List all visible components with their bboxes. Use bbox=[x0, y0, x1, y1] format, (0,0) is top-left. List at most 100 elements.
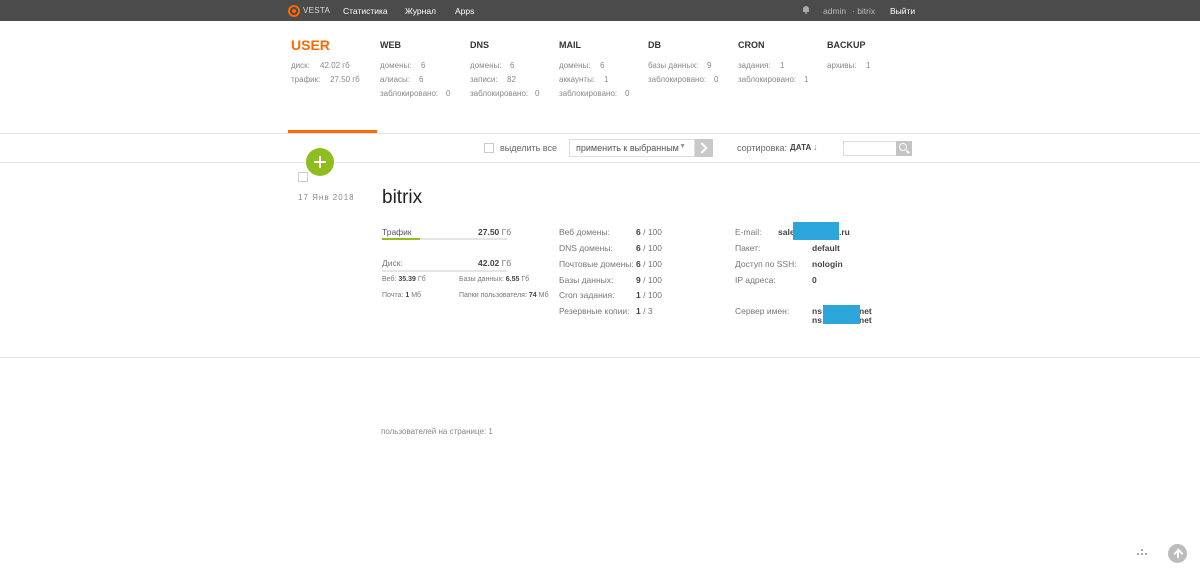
ns2-prefix: ns bbox=[812, 315, 822, 325]
stat-mail-tab[interactable]: MAIL bbox=[559, 37, 581, 50]
bulk-action-select[interactable]: применить к выбранным ▼ bbox=[569, 139, 695, 157]
user-created-date: 17 Янв 2018 bbox=[298, 193, 355, 202]
stat-cron-blocked: заблокировано: 1 bbox=[738, 75, 809, 84]
nav-link-statistics[interactable]: Статистика bbox=[343, 6, 388, 16]
stat-backup-tab[interactable]: BACKUP bbox=[827, 37, 866, 50]
top-nav: VESTA Статистика Журнал Apps admin · bit… bbox=[0, 0, 1200, 21]
stat-web-title: WEB bbox=[380, 40, 401, 50]
nameservers-label: Сервер имен: bbox=[735, 306, 790, 316]
limit-cron-label: Cron задания: bbox=[559, 290, 615, 300]
stat-backup-archives: архивы: 1 bbox=[827, 61, 871, 70]
stat-cron-jobs: задания: 1 bbox=[738, 61, 785, 70]
limit-web-domains-value: 6 / 100 bbox=[636, 227, 663, 237]
users-per-page: пользователей на странице: 1 bbox=[381, 427, 493, 436]
stat-dns-title: DNS bbox=[470, 40, 490, 50]
ip-addresses-value: 0 bbox=[812, 275, 817, 285]
arrow-up-icon bbox=[1174, 549, 1181, 558]
stat-web-tab[interactable]: WEB bbox=[380, 37, 401, 50]
stat-dns-blocked: заблокировано: 0 bbox=[470, 89, 540, 98]
stat-db-databases: базы данных: 9 bbox=[648, 61, 712, 70]
plus-icon bbox=[314, 156, 326, 168]
traffic-bar bbox=[382, 238, 507, 240]
logout-link[interactable]: Выйти bbox=[890, 6, 915, 16]
traffic-label: Трафик bbox=[382, 227, 412, 237]
disk-label: Диск: bbox=[382, 258, 403, 268]
limit-web-domains-label: Веб домены: bbox=[559, 227, 610, 237]
stat-web-blocked: заблокировано: 0 bbox=[380, 89, 451, 98]
user-name[interactable]: bitrix bbox=[382, 187, 422, 209]
select-all-label[interactable]: выделить все bbox=[500, 143, 557, 153]
package-label: Пакет: bbox=[735, 243, 761, 253]
notification-bell-icon[interactable] bbox=[803, 6, 809, 14]
nameserver-redaction bbox=[823, 305, 860, 324]
add-user-button[interactable] bbox=[306, 148, 334, 176]
disk-mail-usage: Почта: 1 Мб bbox=[382, 292, 422, 299]
stat-mail-blocked: заблокировано: 0 bbox=[559, 89, 630, 98]
stat-db-title: DB bbox=[648, 40, 661, 50]
divider bbox=[0, 133, 1200, 134]
ssh-access-value: nologin bbox=[812, 259, 843, 269]
bulk-action-value: применить к выбранным bbox=[576, 143, 679, 153]
stat-user-tab[interactable]: USER bbox=[291, 37, 330, 53]
scroll-to-top-button[interactable] bbox=[1168, 544, 1187, 563]
ns2-suffix: net bbox=[859, 315, 872, 325]
email-redaction bbox=[793, 222, 839, 240]
limit-backups-label: Резервные копии: bbox=[559, 306, 630, 316]
stat-mail-title: MAIL bbox=[559, 40, 581, 50]
chevron-right-icon bbox=[696, 142, 708, 154]
stat-user-title: USER bbox=[291, 37, 330, 53]
search-button[interactable] bbox=[896, 141, 912, 156]
limit-mail-domains-value: 6 / 100 bbox=[636, 259, 663, 269]
dropdown-caret-icon: ▼ bbox=[679, 143, 686, 150]
traffic-value: 27.50 Гб bbox=[478, 227, 512, 237]
stat-db-blocked: заблокировано: 0 bbox=[648, 75, 719, 84]
disk-db-usage: Базы данных: 6.55 Гб bbox=[459, 276, 530, 283]
limit-mail-domains-label: Почтовые домены: bbox=[559, 259, 634, 269]
limit-dns-domains-value: 6 / 100 bbox=[636, 243, 663, 253]
limit-cron-value: 1 / 100 bbox=[636, 290, 663, 300]
limit-dns-domains-label: DNS домены: bbox=[559, 243, 613, 253]
email-suffix: .ru bbox=[839, 227, 850, 237]
limit-databases-value: 9 / 100 bbox=[636, 275, 663, 285]
stat-cron-title: CRON bbox=[738, 40, 765, 50]
ip-addresses-label: IP адреса: bbox=[735, 275, 776, 285]
divider bbox=[0, 162, 1200, 163]
divider bbox=[0, 357, 1200, 358]
stat-dns-tab[interactable]: DNS bbox=[470, 37, 489, 50]
search-input[interactable] bbox=[843, 141, 897, 156]
shortcuts-grid-icon[interactable] bbox=[1137, 549, 1147, 557]
stat-backup-title: BACKUP bbox=[827, 40, 866, 50]
limit-databases-label: Базы данных: bbox=[559, 275, 614, 285]
disk-user-folders-usage: Папки пользователя: 74 Мб bbox=[459, 292, 549, 299]
nav-link-log[interactable]: Журнал bbox=[405, 6, 436, 16]
traffic-bar-fill bbox=[382, 238, 420, 240]
sort-direction-icon[interactable]: ↓ bbox=[813, 142, 818, 152]
select-all-checkbox[interactable] bbox=[484, 143, 494, 153]
email-label: E-mail: bbox=[735, 227, 762, 237]
nav-admin-link[interactable]: admin bbox=[823, 6, 846, 16]
search-icon bbox=[899, 143, 907, 151]
stat-web-aliases: алиасы: 6 bbox=[380, 75, 424, 84]
package-value: default bbox=[812, 243, 840, 253]
vesta-logo[interactable]: VESTA bbox=[288, 4, 330, 17]
stat-user-disk: диск: 42.02 гб bbox=[291, 61, 350, 70]
stat-web-domains: домены: 6 bbox=[380, 61, 426, 70]
stat-mail-accounts: аккаунты: 1 bbox=[559, 75, 609, 84]
stat-cron-tab[interactable]: CRON bbox=[738, 37, 765, 50]
stat-mail-domains: домены: 6 bbox=[559, 61, 605, 70]
vesta-logo-icon bbox=[288, 4, 300, 17]
logo-text: VESTA bbox=[303, 6, 331, 15]
apply-bulk-button[interactable] bbox=[695, 139, 713, 157]
ssh-access-label: Доступ по SSH: bbox=[735, 259, 797, 269]
sort-field[interactable]: ДАТА bbox=[790, 143, 811, 152]
stat-dns-records: записи: 82 bbox=[470, 75, 516, 84]
stat-user-traffic: трафик: 27.50 гб bbox=[291, 75, 360, 84]
stat-db-tab[interactable]: DB bbox=[648, 37, 661, 50]
limit-backups-value: 1 / 3 bbox=[636, 306, 653, 316]
user-select-checkbox[interactable] bbox=[298, 172, 308, 182]
disk-value: 42.02 Гб bbox=[478, 258, 512, 268]
disk-bar bbox=[382, 270, 507, 272]
sort-label: сортировка: bbox=[737, 143, 787, 153]
nav-link-apps[interactable]: Apps bbox=[455, 6, 474, 16]
nav-current-user[interactable]: · bitrix bbox=[852, 6, 875, 16]
